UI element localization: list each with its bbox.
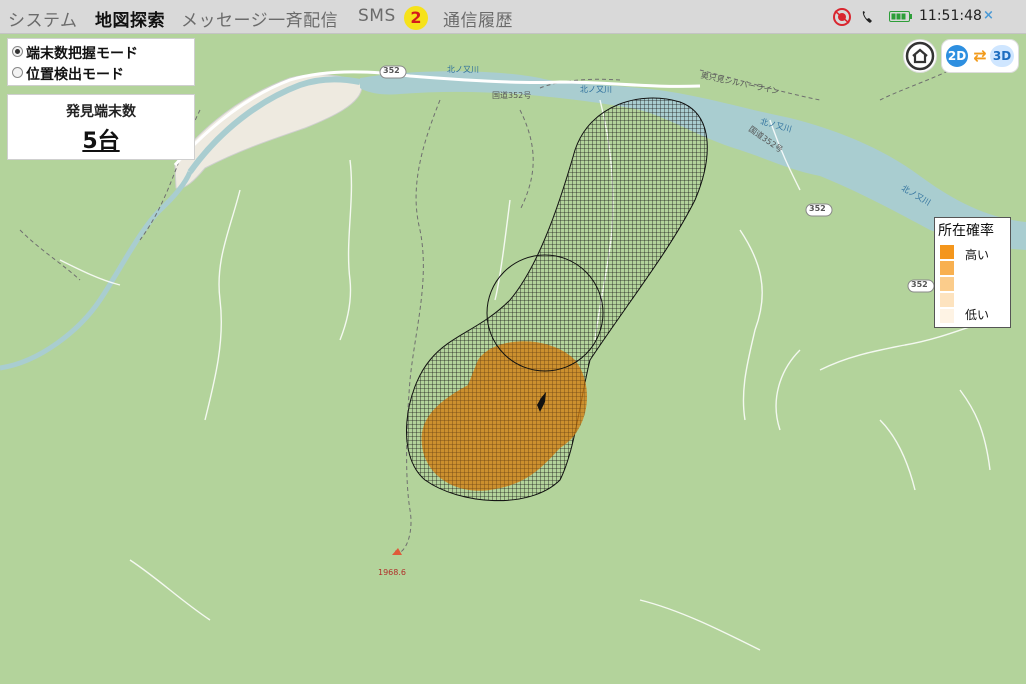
sms-count-badge: 2	[404, 6, 428, 30]
mode-option-count-label: 端末数把握モード	[26, 46, 138, 62]
view-2d-label[interactable]: 2D	[946, 45, 968, 67]
peak-label: 1968.6	[378, 568, 406, 577]
clock: 11:51:48	[919, 8, 982, 24]
menu-history[interactable]: 通信履歴	[443, 6, 513, 31]
swap-arrows-icon: ⇄	[973, 46, 987, 65]
phone-icon	[862, 11, 872, 23]
river-label-a: 北ノ又川	[447, 65, 479, 74]
legend-swatch-4	[940, 293, 954, 307]
mode-option-count[interactable]: 端末数把握モード	[12, 43, 138, 63]
legend-swatch-3	[940, 277, 954, 291]
legend-title: 所在確率	[938, 223, 994, 239]
device-count-title: 発見端末数	[66, 104, 136, 120]
road-label-352-a: 国道352号	[492, 91, 532, 100]
legend-high-label: 高い	[965, 248, 990, 262]
legend-low-label: 低い	[965, 308, 990, 322]
device-count-value: 5台	[82, 129, 120, 154]
mode-option-locate[interactable]: 位置検出モード	[12, 64, 124, 84]
radio-unselected-icon[interactable]	[12, 67, 23, 78]
home-icon	[905, 41, 935, 71]
route-badge-352-a: 352	[383, 66, 400, 75]
battery-icon	[889, 11, 912, 22]
view-3d-label[interactable]: 3D	[990, 45, 1014, 67]
legend-swatch-5	[940, 309, 954, 323]
home-button[interactable]	[904, 40, 936, 72]
signal-alert-icon	[833, 8, 851, 26]
menu-broadcast[interactable]: メッセージ一斉配信	[181, 6, 338, 31]
river-label-b: 北ノ又川	[580, 85, 612, 94]
route-badge-352-c: 352	[911, 280, 928, 289]
mode-option-locate-label: 位置検出モード	[26, 67, 124, 83]
top-menu-bar: システム 地図探索 メッセージ一斉配信 SMS 2 通信履歴 11:51:48 …	[0, 0, 1026, 34]
device-count-panel: 発見端末数 5台	[7, 94, 195, 160]
menu-map-search[interactable]: 地図探索	[95, 6, 165, 31]
route-badge-352-b: 352	[809, 204, 826, 213]
close-icon[interactable]: ×	[983, 8, 994, 23]
view-2d-3d-toggle[interactable]: 2D ⇄ 3D	[942, 40, 1018, 72]
menu-sms[interactable]: SMS	[358, 6, 396, 26]
probability-legend: 所在確率 高い 低い	[934, 217, 1011, 328]
legend-swatch-2	[940, 261, 954, 275]
legend-swatch-1	[940, 245, 954, 259]
mode-panel: 端末数把握モード 位置検出モード	[7, 38, 195, 86]
radio-selected-icon[interactable]	[12, 46, 23, 57]
menu-system[interactable]: システム	[8, 6, 78, 31]
